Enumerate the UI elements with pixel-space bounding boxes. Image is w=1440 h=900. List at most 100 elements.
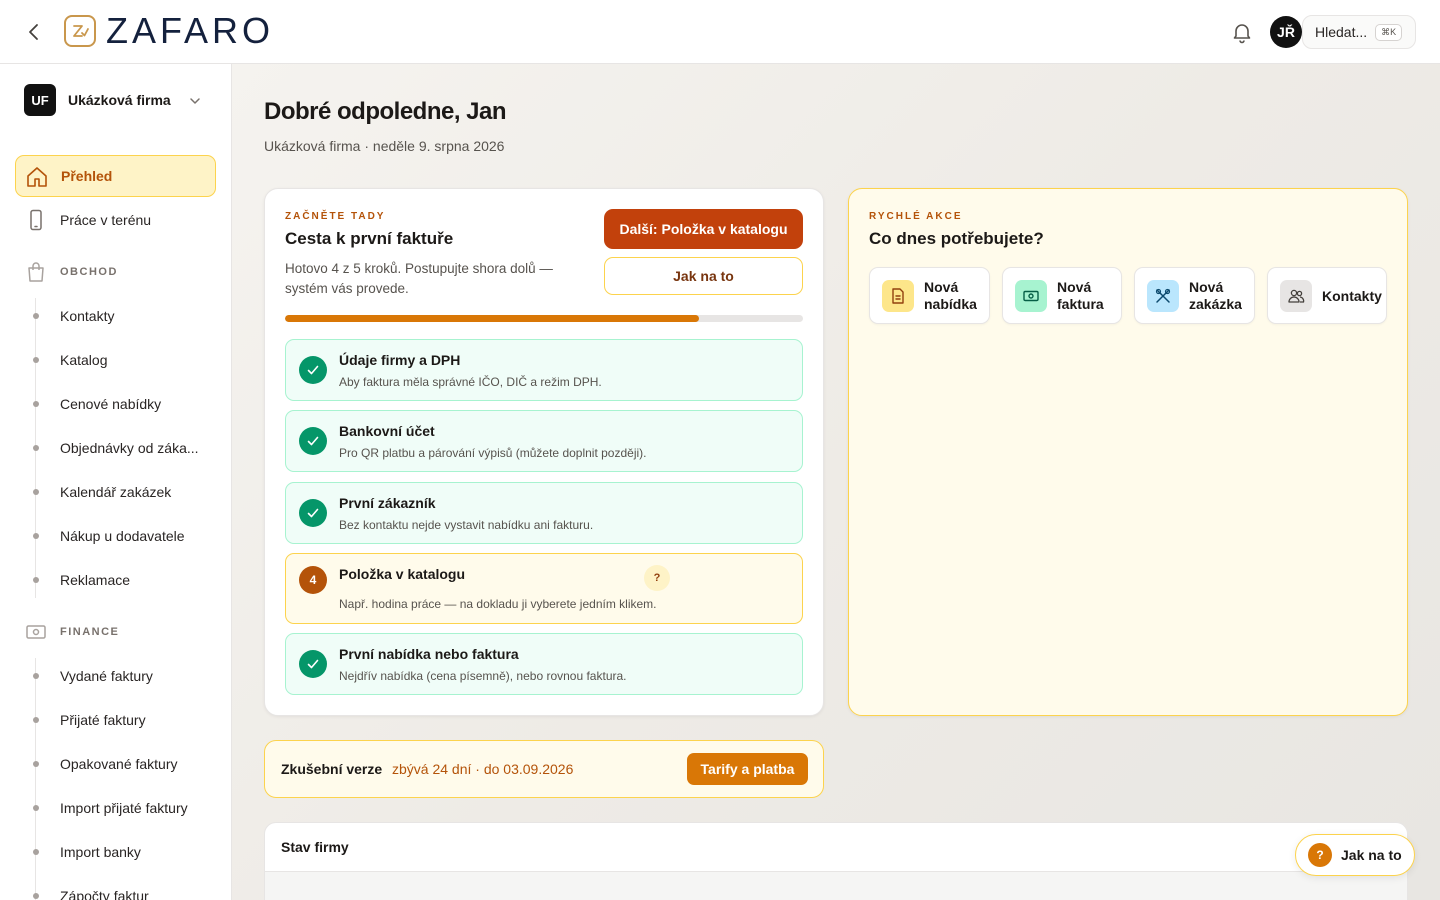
tree-dot	[33, 761, 39, 767]
user-avatar[interactable]: JŘ	[1270, 16, 1302, 48]
tree-dot	[33, 489, 39, 495]
sidebar-item-label: Zápočty faktur	[60, 888, 149, 900]
trial-banner: Zkušební verze zbývá 24 dní · do 03.09.2…	[264, 740, 824, 798]
section-header-finance[interactable]: FINANCE	[24, 620, 119, 644]
company-switcher[interactable]: UF Ukázková firma	[24, 84, 212, 116]
next-step-button[interactable]: Další: Položka v katalogu	[604, 209, 803, 249]
main-content: Dobré odpoledne, Jan Ukázková firma · ne…	[232, 64, 1440, 900]
help-fab[interactable]: ? Jak na to	[1295, 834, 1415, 876]
sidebar-item-label: Objednávky od záka...	[60, 440, 199, 456]
chevron-left-icon	[29, 24, 38, 40]
document-icon	[882, 280, 914, 312]
company-status-card: Stav firmy	[264, 822, 1408, 900]
back-button[interactable]	[22, 20, 46, 44]
company-badge: UF	[24, 84, 56, 116]
step-title: Bankovní účet	[339, 423, 435, 439]
sidebar-item-purchasing[interactable]: Nákup u dodavatele	[24, 518, 216, 554]
progress-fill	[285, 315, 700, 322]
card-title: Stav firmy	[281, 839, 349, 855]
tree-dot	[33, 805, 39, 811]
shopping-bag-icon	[28, 262, 44, 282]
quick-actions-card: RYCHLÉ AKCE Co dnes potřebujete? Nová na…	[848, 188, 1408, 716]
section-header-obchod[interactable]: OBCHOD	[24, 260, 118, 284]
step-title: První nabídka nebo faktura	[339, 646, 519, 662]
check-icon	[299, 499, 327, 527]
sidebar-item-job-calendar[interactable]: Kalendář zakázek	[24, 474, 216, 510]
howto-button[interactable]: Jak na to	[604, 257, 803, 295]
sidebar-item-recurring-invoices[interactable]: Opakované faktury	[24, 746, 216, 782]
step-description: Nejdřív nabídka (cena písemně), nebo rov…	[339, 669, 627, 683]
step-description: Např. hodina práce — na dokladu ji vyber…	[339, 597, 657, 611]
sidebar: UF Ukázková firma Přehled Práce v terénu…	[0, 64, 232, 900]
sidebar-item-import-invoice[interactable]: Import přijaté faktury	[24, 790, 216, 826]
sidebar-item-issued-invoices[interactable]: Vydané faktury	[24, 658, 216, 694]
sidebar-item-label: Reklamace	[60, 572, 131, 588]
step-catalog-item[interactable]: 4 Položka v katalogu ? Např. hodina prác…	[285, 553, 803, 624]
question-icon: ?	[1308, 843, 1332, 867]
quick-action-label: Nová nabídka	[924, 279, 977, 312]
sidebar-item-complaints[interactable]: Reklamace	[24, 562, 216, 598]
quick-action-new-job[interactable]: Nová zakázka	[1134, 267, 1255, 324]
card-title: Cesta k první faktuře	[285, 229, 454, 248]
page-subtitle: Ukázková firma · neděle 9. srpna 2026	[264, 138, 505, 154]
sidebar-item-field-work[interactable]: Práce v terénu	[15, 199, 216, 241]
sidebar-item-label: Kalendář zakázek	[60, 484, 172, 500]
sidebar-item-invoice-offsets[interactable]: Zápočty faktur	[24, 878, 216, 900]
home-icon	[27, 167, 47, 187]
quick-action-label: Nová faktura	[1057, 279, 1104, 312]
tree-dot	[33, 673, 39, 679]
chevron-down-icon	[190, 98, 200, 104]
notifications-button[interactable]	[1230, 20, 1254, 44]
top-bar: ZAFARO JŘ Hledat... ⌘K	[0, 0, 1440, 64]
tree-dot	[33, 401, 39, 407]
tree-dot	[33, 577, 39, 583]
phone-icon	[30, 209, 42, 231]
sidebar-item-label: Přehled	[61, 168, 113, 184]
help-fab-label: Jak na to	[1341, 847, 1402, 863]
sidebar-item-received-invoices[interactable]: Přijaté faktury	[24, 702, 216, 738]
sidebar-item-quotes[interactable]: Cenové nabídky	[24, 386, 216, 422]
bell-icon	[1233, 24, 1251, 44]
step-bank-account[interactable]: Bankovní účet Pro QR platbu a párování v…	[285, 410, 803, 472]
app-logo[interactable]: ZAFARO	[64, 10, 275, 51]
step-title: Údaje firmy a DPH	[339, 352, 461, 368]
step-first-document[interactable]: První nabídka nebo faktura Nejdřív nabíd…	[285, 633, 803, 695]
onboarding-card: ZAČNĚTE TADY Cesta k první faktuře Hotov…	[264, 188, 824, 716]
tree-dot	[33, 445, 39, 451]
step-company-vat[interactable]: Údaje firmy a DPH Aby faktura měla správ…	[285, 339, 803, 401]
sidebar-item-label: Cenové nabídky	[60, 396, 162, 412]
banknote-icon	[1015, 280, 1047, 312]
tree-dot	[33, 533, 39, 539]
users-icon	[1280, 280, 1312, 312]
tree-dot	[33, 357, 39, 363]
tree-dot	[33, 893, 39, 899]
sidebar-item-overview[interactable]: Přehled	[15, 155, 216, 197]
status-card-body	[265, 871, 1407, 900]
sidebar-item-label: Import banky	[60, 844, 141, 860]
tools-icon	[1147, 280, 1179, 312]
logo-mark-icon	[64, 15, 96, 47]
logo-text: ZAFARO	[106, 10, 275, 51]
sidebar-item-label: Nákup u dodavatele	[60, 528, 185, 544]
page-title: Dobré odpoledne, Jan	[264, 98, 507, 125]
sidebar-item-contacts[interactable]: Kontakty	[24, 298, 216, 334]
tree-dot	[33, 313, 39, 319]
sidebar-item-catalog[interactable]: Katalog	[24, 342, 216, 378]
check-icon	[299, 427, 327, 455]
step-first-customer[interactable]: První zákazník Bez kontaktu nejde vystav…	[285, 482, 803, 544]
sidebar-item-label: Opakované faktury	[60, 756, 178, 772]
search-label: Hledat...	[1315, 24, 1368, 40]
step-title: První zákazník	[339, 495, 436, 511]
tariffs-button[interactable]: Tarify a platba	[687, 753, 808, 785]
help-icon[interactable]: ?	[644, 565, 670, 591]
sidebar-item-orders[interactable]: Objednávky od záka...	[24, 430, 216, 466]
sidebar-item-import-bank[interactable]: Import banky	[24, 834, 216, 870]
section-label: FINANCE	[60, 626, 120, 638]
quick-action-new-invoice[interactable]: Nová faktura	[1002, 267, 1122, 324]
quick-action-contacts[interactable]: Kontakty	[1267, 267, 1387, 324]
search-button[interactable]: Hledat... ⌘K	[1302, 15, 1416, 49]
sidebar-item-label: Katalog	[60, 352, 108, 368]
quick-action-new-quote[interactable]: Nová nabídka	[869, 267, 990, 324]
sidebar-item-label: Práce v terénu	[60, 212, 152, 228]
check-icon	[299, 650, 327, 678]
